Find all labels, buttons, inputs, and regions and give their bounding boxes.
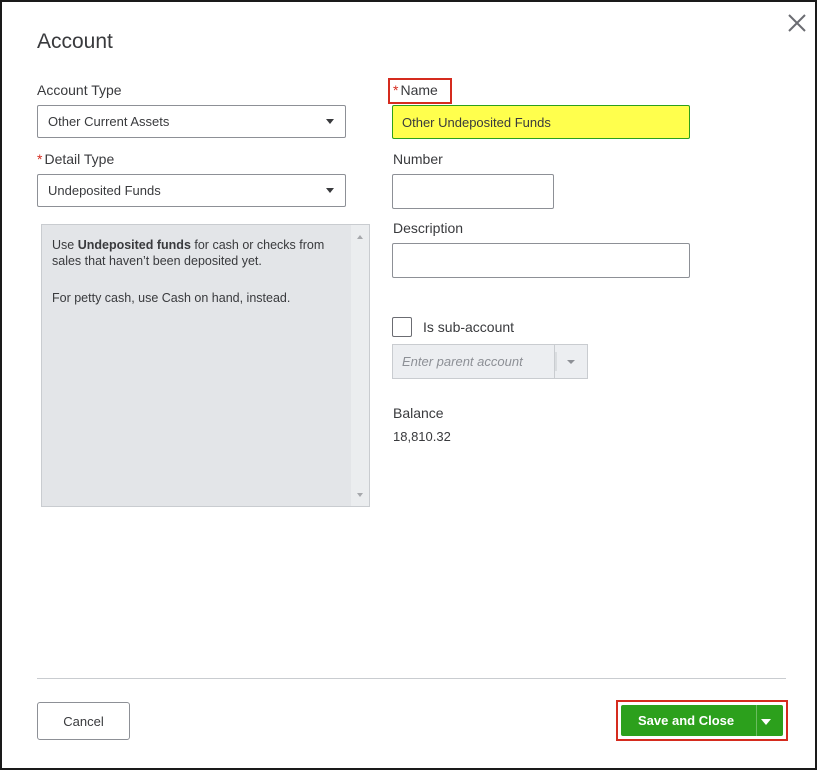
sub-account-label[interactable]: Is sub-account bbox=[423, 319, 514, 335]
close-icon[interactable] bbox=[785, 11, 809, 35]
chevron-down-icon bbox=[326, 119, 334, 124]
detail-type-label-text: Detail Type bbox=[44, 151, 115, 167]
detail-type-help-box: Use Undeposited funds for cash or checks… bbox=[41, 224, 370, 507]
name-input-value: Other Undeposited Funds bbox=[402, 114, 551, 130]
chevron-down-icon bbox=[555, 352, 575, 371]
account-type-label: Account Type bbox=[37, 82, 122, 98]
account-type-select[interactable]: Other Current Assets bbox=[37, 105, 346, 138]
chevron-down-icon bbox=[326, 188, 334, 193]
help-scrollbar[interactable] bbox=[351, 225, 369, 506]
dialog-title: Account bbox=[37, 30, 113, 53]
balance-value: 18,810.32 bbox=[393, 429, 451, 444]
save-button-highlight: Save and Close bbox=[616, 700, 788, 741]
detail-type-value: Undeposited Funds bbox=[48, 183, 161, 198]
detail-type-label: * Detail Type bbox=[37, 151, 114, 167]
required-asterisk: * bbox=[393, 82, 399, 98]
account-dialog: Account Account Type Other Current Asset… bbox=[0, 0, 817, 770]
help-text-prefix: Use bbox=[52, 238, 78, 252]
balance-label: Balance bbox=[393, 405, 444, 421]
help-text-bold: Undeposited funds bbox=[77, 238, 191, 252]
required-asterisk: * bbox=[37, 151, 43, 167]
save-and-close-label: Save and Close bbox=[638, 713, 735, 728]
name-label-text: Name bbox=[400, 82, 438, 98]
detail-type-select[interactable]: Undeposited Funds bbox=[37, 174, 346, 207]
footer-divider bbox=[37, 678, 786, 679]
description-input[interactable] bbox=[392, 243, 690, 278]
sub-account-checkbox[interactable] bbox=[392, 317, 412, 337]
cancel-label: Cancel bbox=[63, 713, 104, 729]
help-text: Use Undeposited funds for cash or checks… bbox=[52, 237, 352, 306]
parent-account-placeholder: Enter parent account bbox=[402, 354, 523, 369]
parent-account-dropdown[interactable] bbox=[555, 344, 588, 379]
save-split-divider bbox=[756, 705, 757, 736]
chevron-down-icon[interactable] bbox=[761, 719, 771, 725]
scroll-arrows-icon bbox=[357, 235, 363, 497]
save-and-close-button[interactable]: Save and Close bbox=[621, 705, 783, 736]
cancel-button[interactable]: Cancel bbox=[37, 702, 130, 740]
parent-account-input[interactable]: Enter parent account bbox=[392, 344, 555, 379]
number-input[interactable] bbox=[392, 174, 554, 209]
description-label: Description bbox=[393, 220, 464, 236]
name-label: * Name bbox=[393, 82, 438, 98]
number-label: Number bbox=[393, 151, 443, 167]
account-type-value: Other Current Assets bbox=[48, 114, 170, 129]
help-text-line2: For petty cash, use Cash on hand, instea… bbox=[52, 291, 291, 305]
name-input[interactable]: Other Undeposited Funds bbox=[392, 105, 690, 139]
